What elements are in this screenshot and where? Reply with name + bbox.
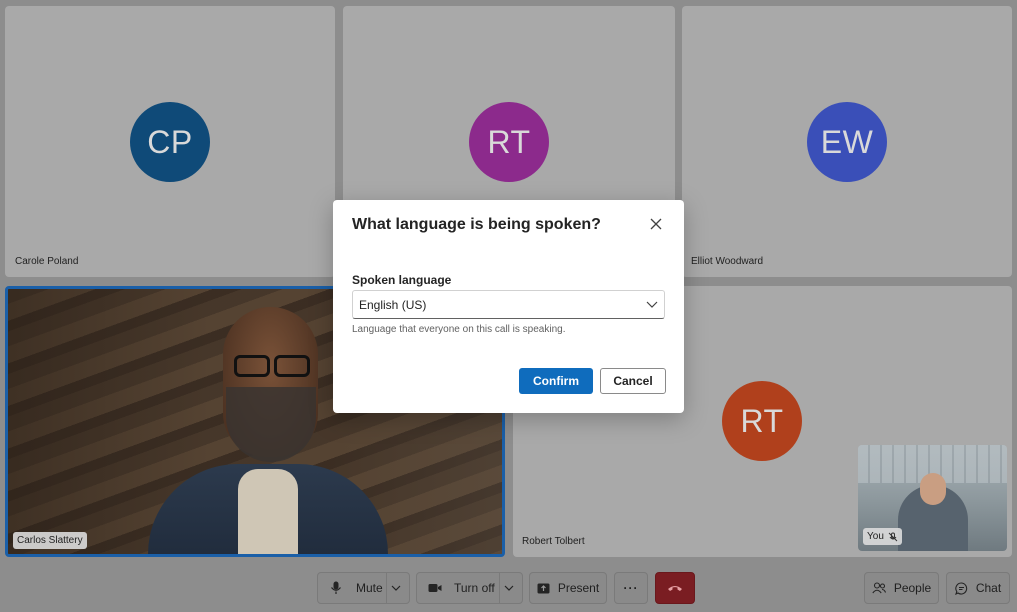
share-screen-icon [537,583,550,593]
selected-language: English (US) [359,297,427,312]
dialog-title: What language is being spoken? [352,216,601,233]
self-head [920,473,946,505]
divider [386,573,387,603]
chat-button[interactable]: Chat [946,572,1010,604]
mic-off-icon [888,532,898,541]
avatar: RT [469,102,549,182]
self-label-text: You [867,531,884,542]
present-label: Present [557,581,600,595]
mute-label: Mute [356,581,383,595]
avatar-initials: RT [740,402,784,439]
participant-tile-elliot[interactable]: EW Elliot Woodward [682,6,1012,277]
self-label: You [863,528,902,545]
divider [499,573,500,603]
chat-label: Chat [975,581,1002,595]
avatar-initials: EW [820,123,874,160]
chevron-down-icon[interactable] [391,584,401,592]
avatar: RT [722,381,802,461]
spoken-language-hint: Language that everyone on this call is s… [352,324,566,335]
cancel-button[interactable]: Cancel [600,368,666,394]
more-icon: ··· [623,581,639,595]
leave-call-button[interactable] [655,572,695,604]
hang-up-icon [668,586,682,591]
microphone-icon [331,581,341,594]
glasses [228,355,314,377]
participant-name: Carlos Slattery [13,532,87,549]
spoken-language-label: Spoken language [352,273,452,287]
people-button[interactable]: People [864,572,939,604]
avatar: EW [807,102,887,182]
more-options-button[interactable]: ··· [614,572,648,604]
confirm-button[interactable]: Confirm [519,368,593,394]
camera-button[interactable]: Turn off [416,572,523,604]
close-icon[interactable] [648,216,664,232]
chevron-down-icon[interactable] [504,584,514,592]
participant-name: Carole Poland [15,256,79,267]
chevron-down-icon [646,301,658,308]
self-view[interactable]: You [858,445,1007,551]
person-shirt [238,469,298,554]
people-icon [872,582,886,594]
participant-name: Elliot Woodward [691,256,764,267]
present-button[interactable]: Present [529,572,607,604]
camera-icon [428,584,442,592]
chat-icon [954,581,967,595]
call-toolbar: Mute Turn off Present ··· People Chat [0,562,1017,612]
participant-tile-carole[interactable]: CP Carole Poland [5,6,335,277]
people-label: People [893,581,932,595]
avatar: CP [130,102,210,182]
mute-button[interactable]: Mute [317,572,410,604]
avatar-initials: CP [147,123,193,160]
spoken-language-dialog: What language is being spoken? Spoken la… [333,200,684,413]
camera-label: Turn off [454,581,495,595]
participant-name: Robert Tolbert [522,536,585,547]
avatar-initials: RT [487,123,531,160]
spoken-language-dropdown[interactable]: English (US) [352,290,665,319]
